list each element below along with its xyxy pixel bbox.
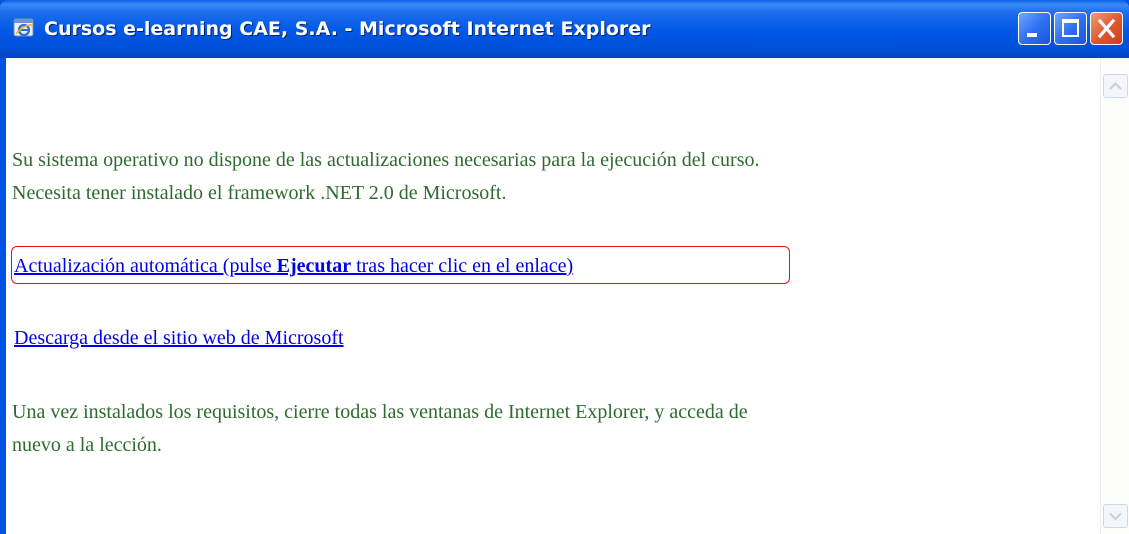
browser-window: Cursos e-learning CAE, S.A. - Microsoft … — [0, 0, 1129, 534]
maximize-button[interactable] — [1054, 12, 1087, 45]
title-bar[interactable]: Cursos e-learning CAE, S.A. - Microsoft … — [0, 0, 1129, 58]
internet-explorer-icon — [12, 16, 36, 40]
browser-client-area: Su sistema operativo no dispone de las a… — [6, 58, 1129, 534]
requirements-line-2: Necesita tener instalado el framework .N… — [12, 182, 507, 204]
close-icon — [1097, 18, 1116, 39]
scroll-down-button[interactable] — [1103, 504, 1128, 528]
requirements-line-1: Su sistema operativo no dispone de las a… — [12, 149, 760, 171]
automatic-update-link-prefix: Actualización automática (pulse — [14, 255, 277, 277]
chevron-up-icon — [1109, 82, 1122, 90]
after-install-message: Una vez instalados los requisitos, cierr… — [12, 396, 1092, 462]
microsoft-download-link[interactable]: Descarga desde el sitio web de Microsoft — [14, 326, 344, 350]
after-install-line-2: nuevo a la lección. — [12, 434, 162, 456]
automatic-update-link-suffix: tras hacer clic en el enlace) — [351, 255, 574, 277]
window-title: Cursos e-learning CAE, S.A. - Microsoft … — [44, 18, 651, 40]
chevron-down-icon — [1109, 512, 1122, 521]
requirements-message: Su sistema operativo no dispone de las a… — [12, 144, 1092, 210]
scroll-up-button[interactable] — [1103, 74, 1128, 98]
page-content: Su sistema operativo no dispone de las a… — [6, 58, 1100, 534]
after-install-line-1: Una vez instalados los requisitos, cierr… — [12, 401, 748, 423]
minimize-icon — [1027, 33, 1037, 37]
minimize-button[interactable] — [1018, 12, 1051, 45]
maximize-icon — [1062, 19, 1079, 37]
close-button[interactable] — [1090, 12, 1123, 45]
automatic-update-link[interactable]: Actualización automática (pulse Ejecutar… — [14, 254, 573, 278]
vertical-scrollbar[interactable] — [1100, 58, 1129, 534]
automatic-update-link-bold: Ejecutar — [276, 255, 352, 277]
